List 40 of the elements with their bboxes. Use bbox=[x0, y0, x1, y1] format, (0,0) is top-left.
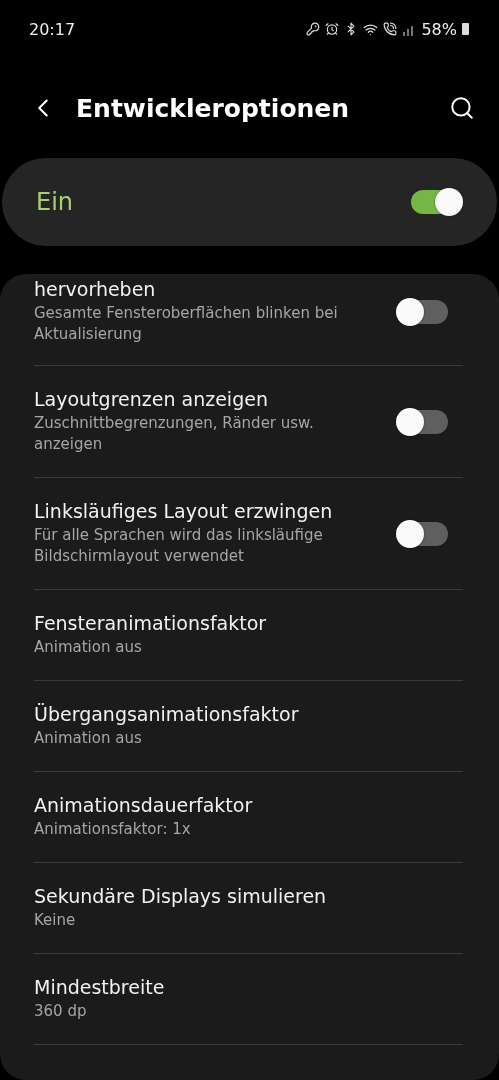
toggle-switch[interactable] bbox=[398, 521, 448, 546]
setting-subtitle: Für alle Sprachen wird das linksläufige Bildschirmlayout verwendet bbox=[34, 525, 324, 567]
key-icon bbox=[306, 22, 321, 36]
setting-row[interactable]: Fensteranimationsfaktor Animation aus bbox=[34, 590, 463, 681]
setting-row[interactable]: Layoutgrenzen anzeigen Zuschnittbegrenzungen, Ränder usw. anzeigen bbox=[34, 366, 463, 478]
status-time: 20:17 bbox=[29, 19, 76, 39]
setting-title: Layoutgrenzen anzeigen bbox=[34, 388, 269, 410]
setting-row[interactable]: Linksläufiges Layout erzwingen Für alle Sprachen wird das linksläufige Bildschirmlayout verwendet bbox=[34, 478, 463, 590]
setting-subtitle: Animation aus bbox=[34, 637, 143, 658]
search-icon bbox=[449, 95, 475, 121]
setting-title: Fensteranimationsfaktor bbox=[34, 612, 268, 634]
setting-title: Übergangsanimationsfaktor bbox=[34, 703, 300, 725]
battery-level: 58% bbox=[421, 19, 457, 39]
wifi-icon bbox=[363, 21, 379, 37]
setting-row[interactable]: hervorheben Gesamte Fensteroberflächen blinken bei Aktualisierung bbox=[34, 274, 463, 366]
toggle-switch[interactable] bbox=[398, 299, 448, 324]
search-button[interactable] bbox=[449, 95, 475, 121]
setting-row[interactable]: Mindestbreite 360 dp bbox=[34, 954, 463, 1045]
setting-title: Sekundäre Displays simulieren bbox=[34, 885, 328, 907]
setting-title: hervorheben bbox=[34, 278, 157, 300]
setting-title: Mindestbreite bbox=[34, 976, 166, 998]
setting-title: Animationsdauerfaktor bbox=[34, 794, 254, 816]
call-icon bbox=[383, 22, 398, 36]
toggle-switch[interactable] bbox=[411, 190, 461, 214]
setting-row[interactable]: Animationsdauerfaktor Animationsfaktor: 1x bbox=[34, 772, 463, 863]
setting-subtitle: Animationsfaktor: 1x bbox=[34, 819, 192, 840]
setting-subtitle: 360 dp bbox=[34, 1001, 88, 1022]
page-title: Entwickleroptionen bbox=[76, 93, 351, 123]
setting-subtitle: Gesamte Fensteroberflächen blinken bei Aktualisierung bbox=[34, 303, 339, 345]
setting-title: Linksläufiges Layout erzwingen bbox=[34, 500, 334, 522]
alarm-icon bbox=[325, 22, 340, 36]
battery-icon bbox=[462, 23, 469, 35]
toggle-switch[interactable] bbox=[398, 409, 448, 434]
setting-subtitle: Animation aus bbox=[34, 728, 143, 749]
setting-subtitle: Keine bbox=[34, 910, 77, 931]
setting-row[interactable]: Sekundäre Displays simulieren Keine bbox=[34, 863, 463, 954]
master-switch-card[interactable]: Ein bbox=[2, 158, 497, 246]
master-switch-label: Ein bbox=[36, 188, 74, 216]
setting-row[interactable]: Übergangsanimationsfaktor Animation aus bbox=[34, 681, 463, 772]
setting-subtitle: Zuschnittbegrenzungen, Ränder usw. anzeigen bbox=[34, 413, 315, 455]
